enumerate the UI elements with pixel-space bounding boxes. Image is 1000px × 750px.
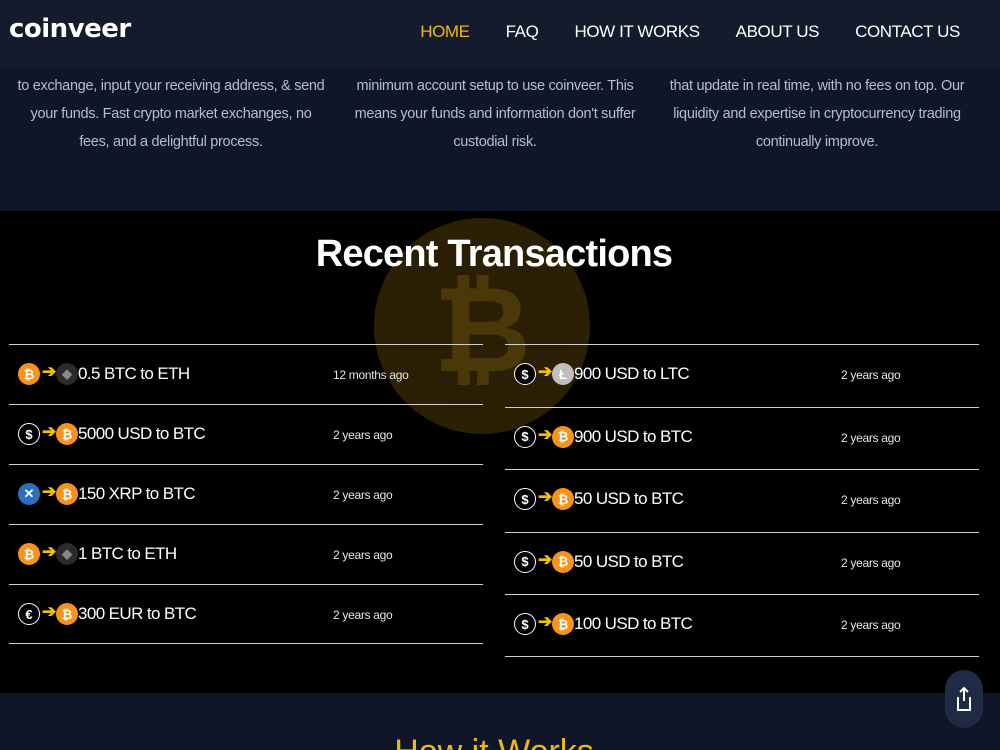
transaction-time: 2 years ago — [333, 548, 393, 562]
transaction-time: 12 months ago — [333, 368, 409, 382]
transaction-row[interactable]: $ ➔ Ł 900 USD to LTC 2 years ago — [505, 344, 979, 407]
bitcoin-icon: ₿ — [56, 423, 78, 445]
transaction-time: 2 years ago — [333, 608, 393, 622]
transaction-pair: 900 USD to BTC — [574, 426, 693, 446]
recent-transactions-section: ₿ Recent Transactions ₿ ➔ ◆ 0.5 BTC to E… — [0, 211, 1000, 693]
transaction-time: 2 years ago — [841, 618, 901, 632]
arrow-right-icon: ➔ — [538, 487, 553, 506]
ethereum-icon: ◆ — [56, 543, 78, 565]
transaction-row[interactable]: ₿ ➔ ◆ 1 BTC to ETH 2 years ago — [9, 524, 483, 584]
transaction-pair: 300 EUR to BTC — [78, 604, 197, 623]
ripple-icon: ✕ — [18, 483, 40, 505]
ethereum-icon: ◆ — [56, 363, 78, 385]
arrow-right-icon: ➔ — [42, 542, 57, 561]
transaction-time: 2 years ago — [841, 555, 901, 570]
bitcoin-icon: ₿ — [552, 613, 574, 635]
nav-about-us[interactable]: ABOUT US — [736, 22, 820, 42]
transactions-list-right: $ ➔ Ł 900 USD to LTC 2 years ago $ ➔ ₿ 9… — [505, 344, 979, 657]
nav-faq[interactable]: FAQ — [506, 22, 539, 42]
feature-text-custodial: minimum account setup to use coinveer. T… — [354, 78, 636, 150]
brand-logo[interactable]: coinveer — [9, 14, 131, 44]
nav-how-it-works[interactable]: HOW IT WORKS — [574, 22, 700, 42]
euro-icon: € — [18, 603, 40, 625]
dollar-icon: $ — [514, 613, 536, 635]
share-icon — [957, 686, 971, 711]
nav-home[interactable]: HOME — [420, 22, 470, 42]
dollar-icon: $ — [18, 423, 40, 445]
transactions-list-left: ₿ ➔ ◆ 0.5 BTC to ETH 12 months ago $ ➔ ₿… — [9, 344, 483, 644]
section-title: Recent Transactions — [315, 233, 673, 275]
main-menu: HOME FAQ HOW IT WORKS ABOUT US CONTACT U… — [420, 22, 960, 42]
transaction-row[interactable]: $ ➔ ₿ 50 USD to BTC 2 years ago — [505, 469, 979, 532]
feature-text-exchange: to exchange, input your receiving addres… — [17, 78, 325, 150]
dollar-icon: $ — [514, 550, 536, 573]
transaction-time: 2 years ago — [841, 430, 901, 445]
transaction-pair: 5000 USD to BTC — [78, 424, 206, 443]
litecoin-icon: Ł — [552, 363, 574, 385]
feature-text-liquidity: that update in real time, with no fees o… — [669, 78, 965, 150]
transaction-pair: 150 XRP to BTC — [78, 484, 196, 503]
transaction-row[interactable]: ₿ ➔ ◆ 0.5 BTC to ETH 12 months ago — [9, 344, 483, 404]
top-navbar: coinveer HOME FAQ HOW IT WORKS ABOUT US … — [0, 0, 1000, 68]
transaction-row[interactable]: $ ➔ ₿ 900 USD to BTC 2 years ago — [505, 406, 979, 470]
bitcoin-icon: ₿ — [56, 483, 78, 505]
arrow-right-icon: ➔ — [538, 362, 553, 381]
arrow-right-icon: ➔ — [42, 602, 57, 621]
bitcoin-icon: ₿ — [552, 550, 574, 573]
transaction-time: 2 years ago — [333, 488, 393, 502]
transaction-pair: 0.5 BTC to ETH — [78, 364, 190, 383]
features-section: to exchange, input your receiving addres… — [0, 68, 1000, 211]
arrow-right-icon: ➔ — [42, 482, 57, 501]
transaction-time: 2 years ago — [333, 428, 393, 442]
how-it-works-section: How it Works — [0, 693, 1000, 750]
transaction-time: 2 years ago — [841, 493, 901, 507]
transaction-pair: 1 BTC to ETH — [78, 544, 177, 563]
arrow-right-icon: ➔ — [538, 612, 553, 631]
bitcoin-icon: ₿ — [56, 603, 78, 625]
dollar-icon: $ — [514, 488, 536, 510]
arrow-right-icon: ➔ — [42, 422, 57, 441]
transaction-row[interactable]: $ ➔ ₿ 5000 USD to BTC 2 years ago — [9, 404, 483, 464]
dollar-icon: $ — [514, 363, 536, 385]
share-button[interactable] — [945, 670, 983, 728]
dollar-icon: $ — [514, 425, 536, 448]
arrow-right-icon: ➔ — [42, 362, 57, 381]
transaction-pair: 50 USD to BTC — [574, 489, 684, 508]
arrow-right-icon: ➔ — [538, 549, 553, 569]
bitcoin-icon: ₿ — [552, 425, 574, 448]
arrow-right-icon: ➔ — [538, 424, 553, 444]
transaction-pair: 50 USD to BTC — [574, 551, 684, 571]
bitcoin-icon: ₿ — [552, 488, 574, 510]
transaction-row[interactable]: € ➔ ₿ 300 EUR to BTC 2 years ago — [9, 584, 483, 644]
transaction-pair: 100 USD to BTC — [574, 614, 693, 633]
transaction-pair: 900 USD to LTC — [574, 364, 690, 383]
transaction-row[interactable]: ✕ ➔ ₿ 150 XRP to BTC 2 years ago — [9, 464, 483, 524]
transaction-row[interactable]: $ ➔ ₿ 100 USD to BTC 2 years ago — [505, 594, 979, 657]
how-it-works-title: How it Works — [0, 733, 988, 750]
bitcoin-icon: ₿ — [18, 363, 40, 385]
transaction-time: 2 years ago — [841, 368, 901, 382]
transaction-row[interactable]: $ ➔ ₿ 50 USD to BTC 2 years ago — [505, 531, 979, 595]
nav-contact-us[interactable]: CONTACT US — [855, 22, 960, 42]
bitcoin-icon: ₿ — [18, 543, 40, 565]
